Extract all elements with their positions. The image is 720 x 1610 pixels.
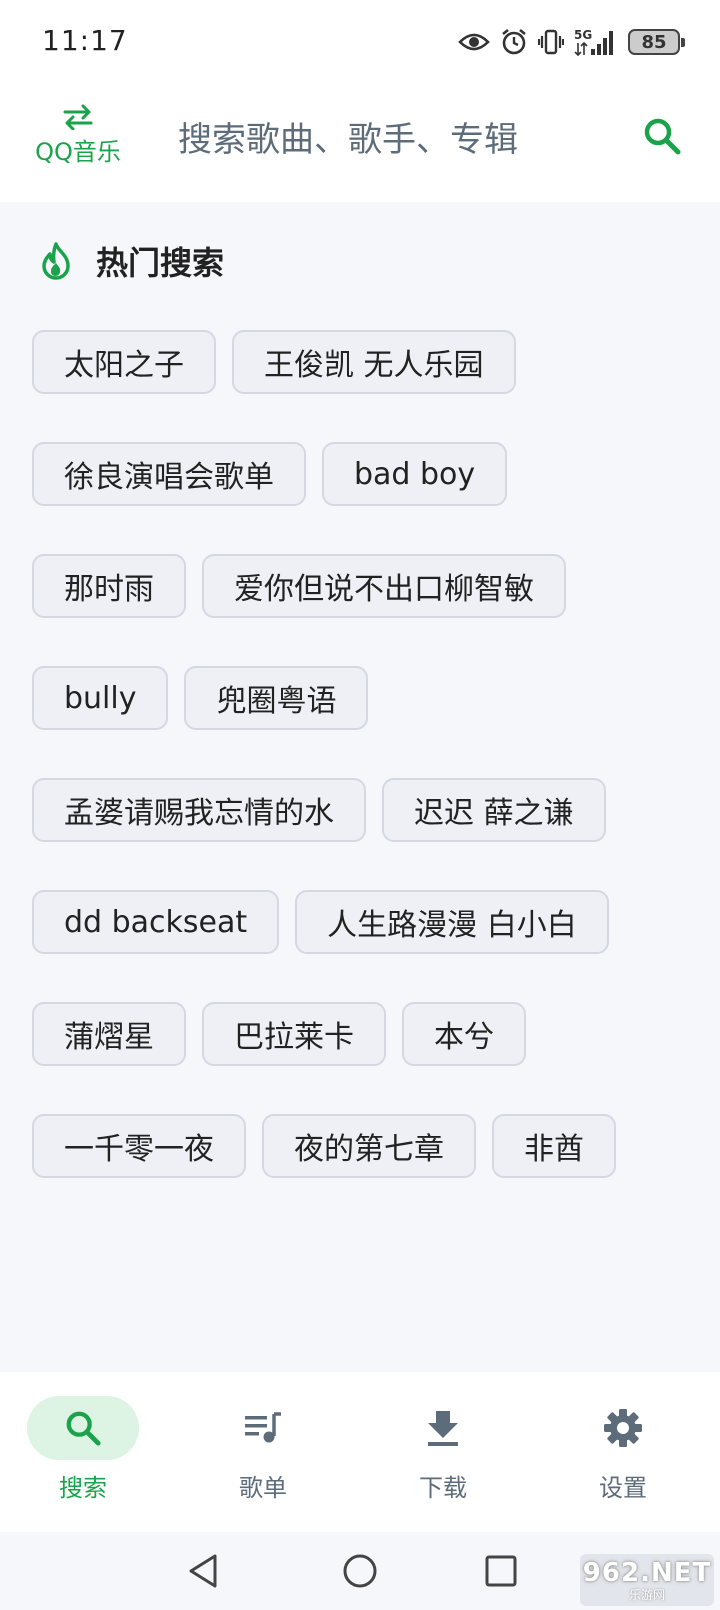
- alarm-icon: [502, 28, 526, 55]
- section-title: 热门搜索: [96, 244, 225, 282]
- search-button[interactable]: [638, 112, 686, 160]
- app-screen: 11:17 5G 85 QQ音乐 搜索歌曲、歌手、专辑 热门搜索 太阳之子 王俊…: [0, 0, 720, 1610]
- nav-pill: [567, 1396, 679, 1460]
- recents-square-icon: [485, 1555, 517, 1587]
- back-triangle-icon: [189, 1554, 217, 1588]
- hot-search-section: 热门搜索 太阳之子 王俊凯 无人乐园 徐良演唱会歌单 bad boy 那时雨 爱…: [0, 202, 720, 1372]
- network-label: 5G: [574, 28, 592, 42]
- search-chip[interactable]: 非酋: [492, 1114, 616, 1178]
- nav-label: 设置: [599, 1474, 647, 1502]
- search-icon: [66, 1411, 101, 1446]
- search-chip[interactable]: 徐良演唱会歌单: [32, 442, 306, 506]
- brand-name: QQ音乐: [35, 138, 121, 166]
- bottom-nav: 搜索 歌单 下载 设置: [0, 1372, 720, 1532]
- status-time: 11:17: [42, 24, 128, 57]
- search-chip[interactable]: 迟迟 薛之谦: [382, 778, 606, 842]
- chip-row: 孟婆请赐我忘情的水 迟迟 薛之谦: [32, 778, 692, 842]
- search-chip[interactable]: 那时雨: [32, 554, 186, 618]
- search-chip[interactable]: 蒲熠星: [32, 1002, 186, 1066]
- back-button[interactable]: [178, 1546, 228, 1596]
- nav-pill: [387, 1396, 499, 1460]
- nav-item-settings[interactable]: 设置: [540, 1372, 720, 1532]
- watermark-main: 962.NET: [582, 1557, 712, 1588]
- search-chip[interactable]: 太阳之子: [32, 330, 216, 394]
- chip-row: bully 兜圈粤语: [32, 666, 692, 730]
- signal-icon: 5G: [574, 28, 613, 57]
- gear-icon: [604, 1409, 642, 1447]
- search-chip[interactable]: 兜圈粤语: [184, 666, 369, 730]
- search-chip[interactable]: dd backseat: [32, 890, 280, 954]
- search-chip[interactable]: 夜的第七章: [262, 1114, 476, 1178]
- search-input[interactable]: [178, 110, 598, 170]
- search-icon: [644, 118, 681, 155]
- vibrate-icon: [538, 29, 564, 55]
- home-circle-icon: [343, 1554, 377, 1588]
- nav-pill: [207, 1396, 319, 1460]
- eye-icon: [458, 33, 490, 51]
- chip-row: 那时雨 爱你但说不出口柳智敏: [32, 554, 692, 618]
- search-chip[interactable]: 本兮: [402, 1002, 526, 1066]
- search-chip[interactable]: 一千零一夜: [32, 1114, 246, 1178]
- nav-pill: [27, 1396, 139, 1460]
- nav-item-playlist[interactable]: 歌单: [180, 1372, 360, 1532]
- nav-item-download[interactable]: 下载: [360, 1372, 540, 1532]
- system-nav-bar: 962.NET 乐游网: [0, 1532, 720, 1610]
- chip-row: dd backseat 人生路漫漫 白小白: [32, 890, 692, 954]
- search-chip[interactable]: 王俊凯 无人乐园: [232, 330, 516, 394]
- home-button[interactable]: [335, 1546, 385, 1596]
- download-icon: [428, 1411, 458, 1446]
- nav-label: 下载: [419, 1474, 467, 1502]
- app-header: QQ音乐: [0, 84, 720, 202]
- nav-label: 歌单: [239, 1474, 287, 1502]
- status-bar: 11:17 5G 85: [0, 0, 720, 84]
- nav-item-search[interactable]: 搜索: [0, 1372, 180, 1532]
- chip-row: 一千零一夜 夜的第七章 非酋: [32, 1114, 692, 1178]
- search-chip[interactable]: bully: [32, 666, 169, 730]
- playlist-icon: [245, 1412, 281, 1443]
- battery-icon: 85: [628, 29, 685, 55]
- chip-row: 蒲熠星 巴拉莱卡 本兮: [32, 1002, 692, 1066]
- search-chip[interactable]: bad boy: [322, 442, 508, 506]
- battery-level: 85: [641, 31, 667, 53]
- swap-arrows-icon: [63, 104, 93, 130]
- search-chip[interactable]: 人生路漫漫 白小白: [295, 890, 609, 954]
- hot-search-chips: 太阳之子 王俊凯 无人乐园 徐良演唱会歌单 bad boy 那时雨 爱你但说不出…: [32, 330, 692, 1226]
- status-icons: 5G 85: [458, 26, 685, 58]
- search-chip[interactable]: 爱你但说不出口柳智敏: [202, 554, 566, 618]
- brand-logo[interactable]: QQ音乐: [28, 104, 128, 167]
- search-chip[interactable]: 巴拉莱卡: [202, 1002, 386, 1066]
- chip-row: 徐良演唱会歌单 bad boy: [32, 442, 692, 506]
- recents-button[interactable]: [476, 1546, 526, 1596]
- section-header: 热门搜索: [38, 236, 224, 286]
- flame-icon: [42, 242, 70, 280]
- nav-label: 搜索: [59, 1474, 107, 1502]
- watermark-sub: 乐游网: [628, 1587, 665, 1602]
- watermark: 962.NET 乐游网: [580, 1554, 714, 1606]
- search-chip[interactable]: 孟婆请赐我忘情的水: [32, 778, 366, 842]
- chip-row: 太阳之子 王俊凯 无人乐园: [32, 330, 692, 394]
